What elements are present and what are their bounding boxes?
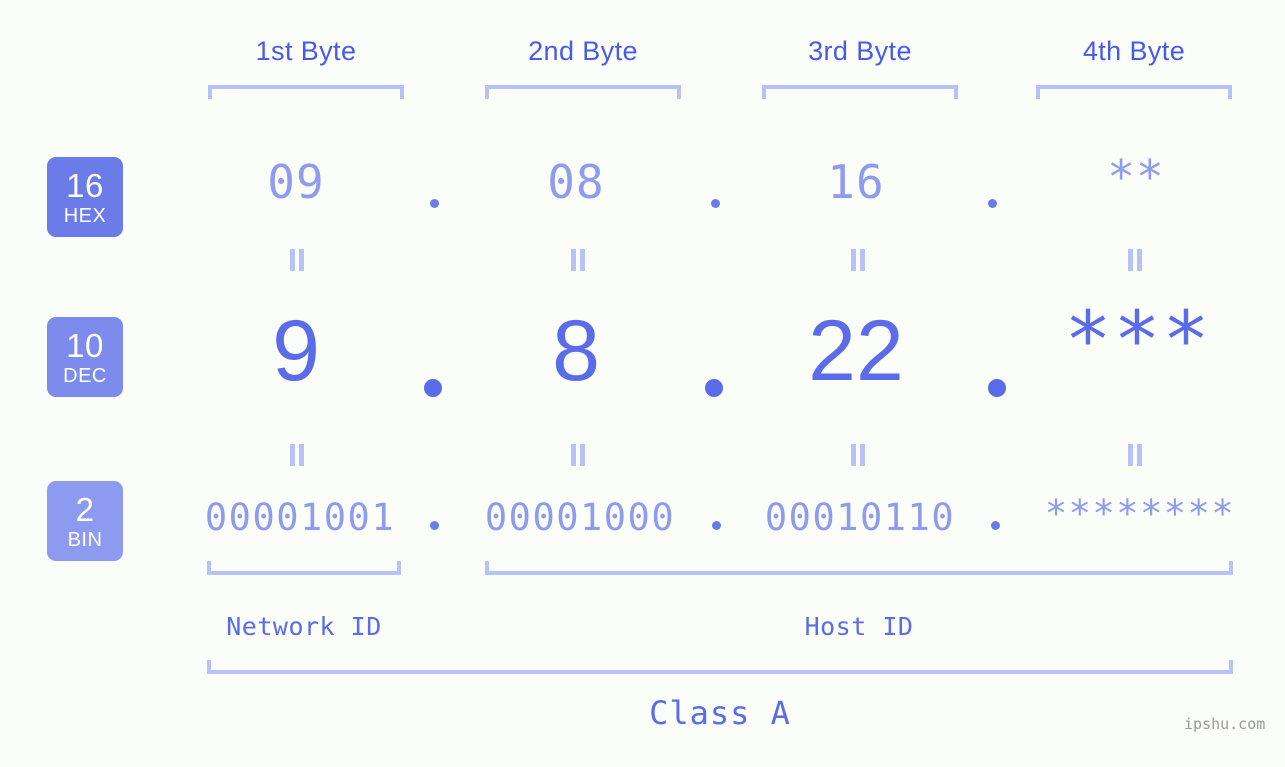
base-badge-dec-number: 10 <box>66 326 104 364</box>
bin-separator-dot-1 <box>430 521 439 530</box>
base-badge-hex: 16 HEX <box>47 157 123 237</box>
equality-mark-dec-bin-4 <box>1126 444 1144 466</box>
class-label: Class A <box>649 694 791 732</box>
byte-bracket-4 <box>1036 85 1232 99</box>
hex-byte-4: ** <box>1107 150 1165 204</box>
bin-separator-dot-2 <box>712 521 721 530</box>
bin-byte-3: 00010110 <box>764 496 956 539</box>
equality-mark-dec-bin-2 <box>569 444 587 466</box>
dec-byte-4: *** <box>1064 296 1212 386</box>
byte-bracket-2 <box>485 85 681 99</box>
byte-header-2: 2nd Byte <box>528 36 638 66</box>
bin-separator-dot-3 <box>991 521 1000 530</box>
hex-byte-3: 16 <box>827 155 885 209</box>
host-id-bracket <box>485 561 1233 575</box>
base-badge-bin: 2 BIN <box>47 481 123 561</box>
hex-separator-dot-1 <box>430 199 439 208</box>
equality-mark-dec-bin-3 <box>849 444 867 466</box>
class-bracket <box>207 660 1233 674</box>
base-badge-hex-number: 16 <box>66 166 104 204</box>
base-badge-bin-number: 2 <box>75 490 95 528</box>
equality-mark-hex-dec-2 <box>569 249 587 271</box>
dec-separator-dot-3 <box>988 379 1006 397</box>
byte-header-1: 1st Byte <box>255 36 357 66</box>
hex-byte-1: 09 <box>267 155 325 209</box>
host-id-label: Host ID <box>804 612 914 641</box>
site-watermark: ipshu.com <box>1184 715 1266 733</box>
equality-mark-dec-bin-1 <box>288 444 306 466</box>
dec-separator-dot-2 <box>705 379 723 397</box>
equality-mark-hex-dec-3 <box>849 249 867 271</box>
byte-bracket-1 <box>208 85 404 99</box>
equality-mark-hex-dec-1 <box>288 249 306 271</box>
dec-byte-2: 8 <box>552 303 600 399</box>
hex-separator-dot-2 <box>711 199 720 208</box>
base-badge-hex-abbr: HEX <box>63 204 107 227</box>
network-id-bracket <box>207 561 401 575</box>
network-id-label: Network ID <box>226 612 382 641</box>
byte-bracket-3 <box>762 85 958 99</box>
hex-separator-dot-3 <box>988 199 997 208</box>
dec-byte-3: 22 <box>808 303 904 399</box>
bin-byte-4: ******** <box>1044 492 1236 535</box>
hex-byte-2: 08 <box>547 155 605 209</box>
bin-byte-2: 00001000 <box>484 496 676 539</box>
bin-byte-1: 00001001 <box>204 496 396 539</box>
byte-header-4: 4th Byte <box>1082 36 1186 66</box>
dec-separator-dot-1 <box>424 379 442 397</box>
base-badge-dec-abbr: DEC <box>63 364 107 387</box>
base-badge-dec: 10 DEC <box>47 317 123 397</box>
ip-address-breakdown-diagram: 1st Byte 2nd Byte 3rd Byte 4th Byte 16 H… <box>0 0 1285 767</box>
dec-byte-1: 9 <box>272 303 320 399</box>
byte-header-3: 3rd Byte <box>808 36 912 66</box>
base-badge-bin-abbr: BIN <box>67 528 103 551</box>
equality-mark-hex-dec-4 <box>1126 249 1144 271</box>
